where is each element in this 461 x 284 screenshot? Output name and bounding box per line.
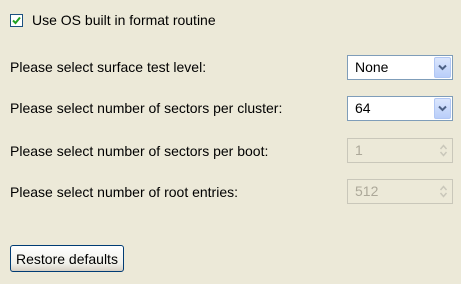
sectors-per-boot-value: 1 (355, 142, 363, 158)
sectors-per-boot-label: Please select number of sectors per boot… (10, 143, 269, 159)
root-entries-label: Please select number of root entries: (10, 184, 239, 200)
sectors-per-cluster-value: 64 (355, 100, 371, 116)
sectors-per-cluster-dropdown-button[interactable] (434, 98, 451, 119)
root-entries-value: 512 (355, 183, 379, 199)
sectors-per-boot-spinner[interactable]: 1 (347, 138, 453, 163)
sectors-per-boot-spin-buttons[interactable] (436, 141, 450, 160)
restore-defaults-button[interactable]: Restore defaults (10, 245, 124, 272)
root-entries-spinner[interactable]: 512 (347, 179, 453, 204)
use-os-format-label[interactable]: Use OS built in format routine (32, 12, 216, 28)
checkbox-box[interactable] (10, 13, 23, 27)
chevron-down-icon (438, 64, 447, 71)
surface-test-value: None (355, 59, 389, 75)
sectors-per-cluster-label: Please select number of sectors per clus… (10, 100, 283, 116)
spin-arrows-icon (439, 185, 447, 198)
spin-arrows-icon (439, 144, 447, 157)
checkmark-icon (12, 16, 21, 24)
chevron-down-icon (438, 105, 447, 112)
surface-test-label: Please select surface test level: (10, 59, 207, 75)
surface-test-select[interactable]: None (347, 55, 453, 80)
use-os-format-checkbox[interactable]: Use OS built in format routine (10, 12, 216, 28)
surface-test-dropdown-button[interactable] (434, 57, 451, 78)
sectors-per-cluster-select[interactable]: 64 (347, 96, 453, 121)
root-entries-spin-buttons[interactable] (436, 182, 450, 201)
